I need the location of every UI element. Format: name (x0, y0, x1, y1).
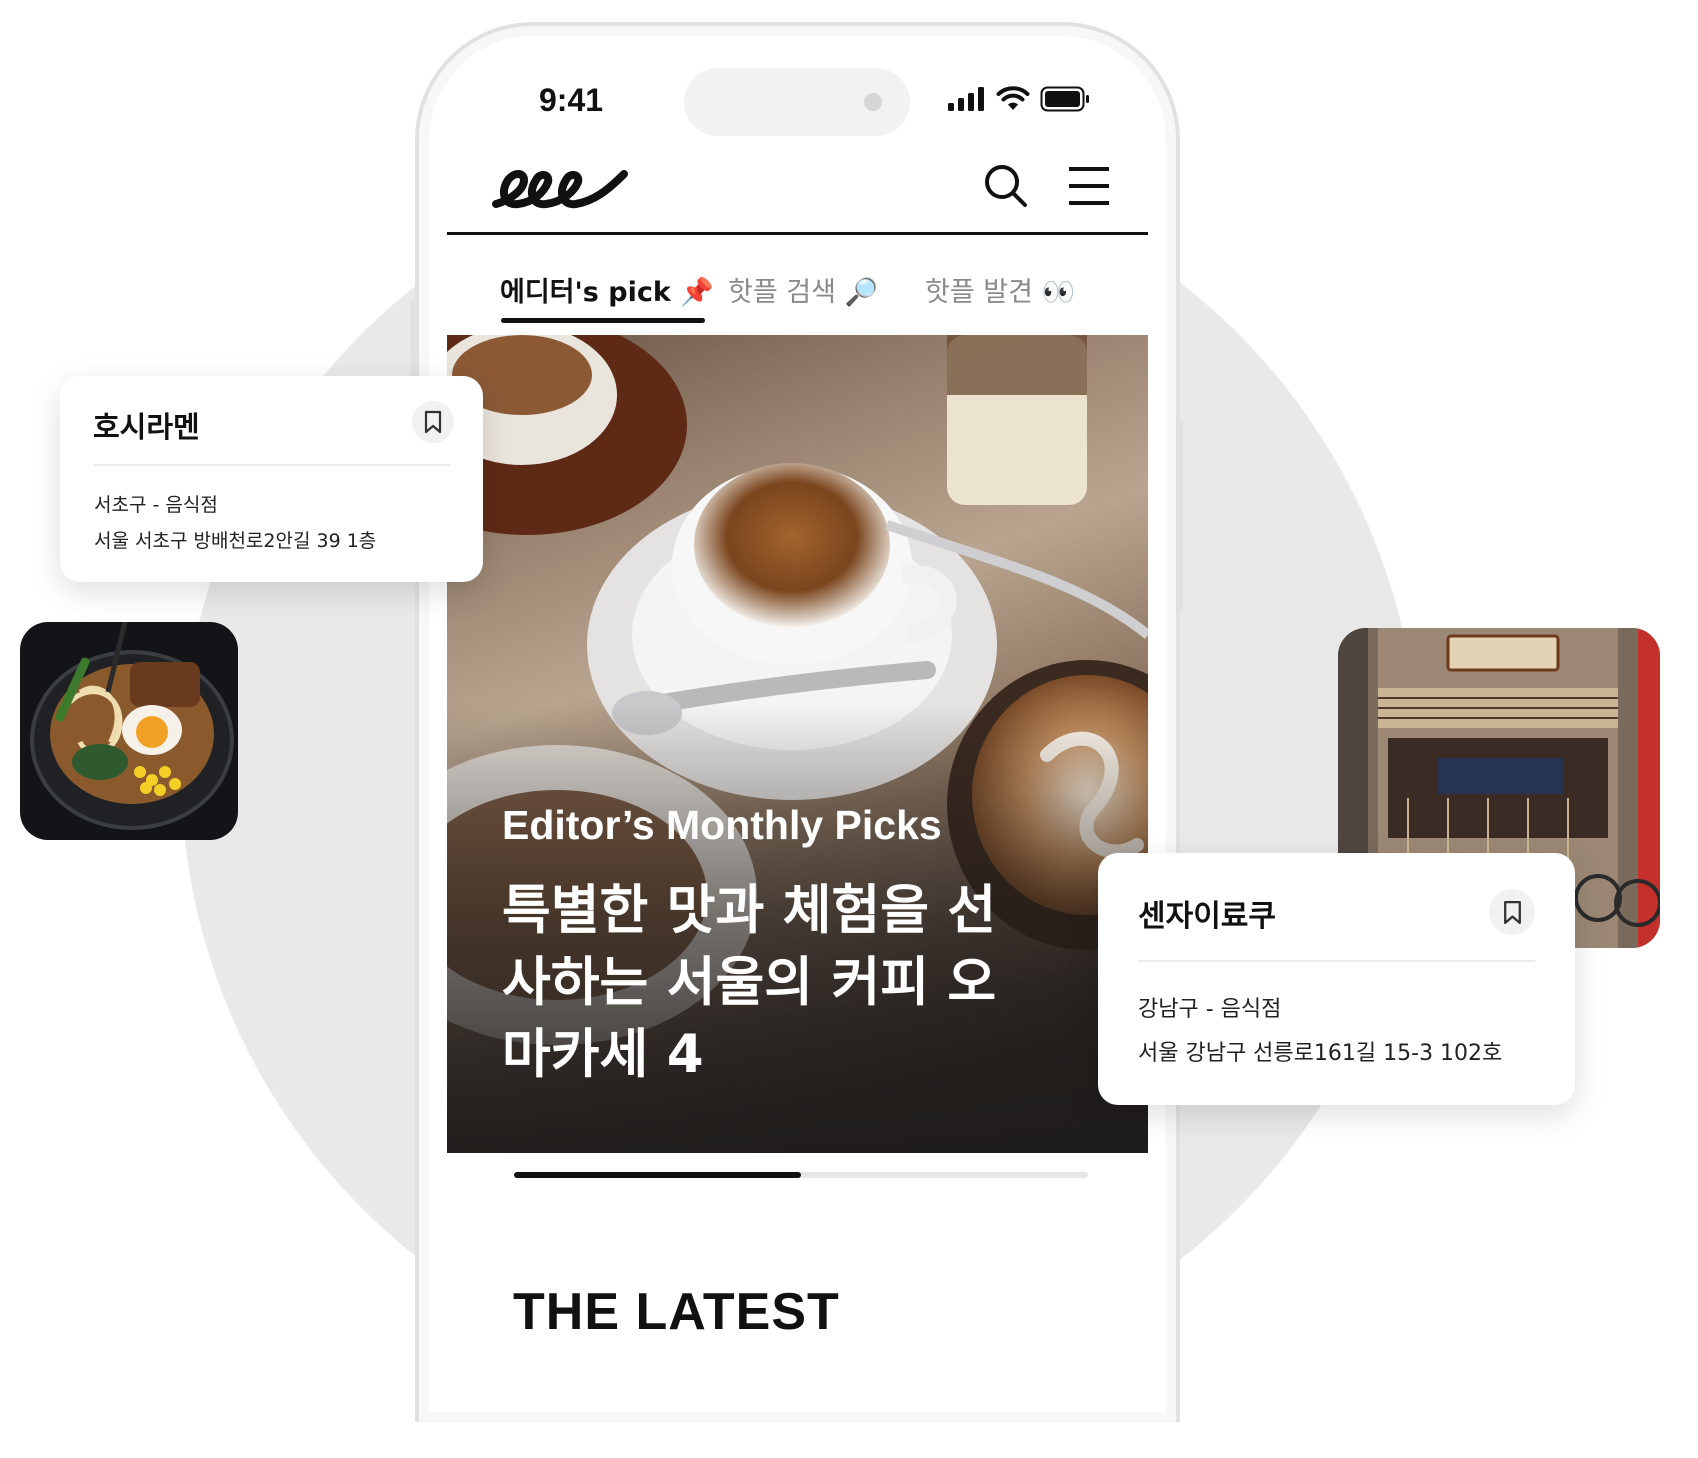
search-icon (985, 165, 1027, 207)
hero-banner[interactable]: Editor’s Monthly Picks 특별한 맛과 체험을 선사하는 서… (447, 335, 1148, 1153)
tab-label: 에디터's pick (500, 277, 671, 308)
place-card[interactable]: 호시라멘 서초구 - 음식점 서울 서초구 방배천로2안길 39 1층 (60, 376, 483, 582)
carousel-progress-fill (514, 1172, 801, 1178)
menu-button[interactable] (1064, 161, 1114, 211)
place-address: 서울 강남구 선릉로161길 15-3 102호 (1138, 1041, 1503, 1066)
tab-bar: 에디터's pick 📌 핫플 검색 🔎 핫플 발견 👀 (447, 238, 1148, 324)
bookmark-icon (424, 410, 442, 434)
tab-hotplace-discover[interactable]: 핫플 발견 👀 (925, 270, 1075, 309)
card-divider (93, 464, 451, 466)
place-name: 호시라멘 (93, 410, 200, 444)
search-button[interactable] (981, 161, 1031, 211)
pushpin-icon: 📌 (680, 277, 714, 308)
eyes-icon: 👀 (1041, 277, 1076, 308)
tab-editors-pick[interactable]: 에디터's pick 📌 (500, 270, 714, 309)
wifi-icon (996, 86, 1030, 110)
bookmark-icon (1503, 900, 1521, 924)
phone-power-button (1178, 420, 1183, 610)
active-tab-indicator (501, 318, 705, 323)
status-bar: 9:41 (447, 50, 1148, 145)
place-category: 서초구 - 음식점 (94, 494, 218, 516)
bookmark-button[interactable] (1489, 889, 1535, 935)
magnifier-icon: 🔎 (844, 277, 879, 308)
hero-title: 특별한 맛과 체험을 선사하는 서울의 커피 오마카세 4 (502, 880, 997, 1085)
hamburger-menu-icon (1069, 167, 1109, 205)
phone-volume-button (410, 300, 415, 380)
ramen-bowl-image (30, 622, 234, 830)
signal-icon (948, 87, 984, 111)
bookmark-button[interactable] (412, 401, 454, 443)
camera-dot (864, 93, 882, 111)
battery-icon (1040, 86, 1089, 112)
hero-kicker: Editor’s Monthly Picks (502, 802, 942, 848)
section-title: THE LATEST (513, 1283, 840, 1341)
place-address: 서울 서초구 방배천로2안길 39 1층 (94, 530, 377, 552)
eee-logo[interactable] (490, 160, 630, 212)
place-name: 센자이료쿠 (1138, 899, 1276, 934)
status-time: 9:41 (539, 82, 604, 118)
place-category: 강남구 - 음식점 (1138, 997, 1282, 1022)
carousel-progress (514, 1172, 1088, 1178)
ramen-photo (20, 622, 238, 840)
status-icons (948, 86, 1090, 112)
phone-screen: 9:41 에디터's pick 📌 핫플 검색 🔎 핫플 발견 👀 Editor… (447, 50, 1148, 1245)
tab-label: 핫플 검색 (728, 277, 836, 308)
place-card[interactable]: 센자이료쿠 강남구 - 음식점 서울 강남구 선릉로161길 15-3 102호 (1098, 853, 1575, 1105)
dynamic-island (684, 68, 910, 136)
tab-hotplace-search[interactable]: 핫플 검색 🔎 (728, 270, 878, 309)
app-header (447, 145, 1148, 235)
tab-label: 핫플 발견 (925, 277, 1033, 308)
card-divider (1138, 960, 1535, 962)
